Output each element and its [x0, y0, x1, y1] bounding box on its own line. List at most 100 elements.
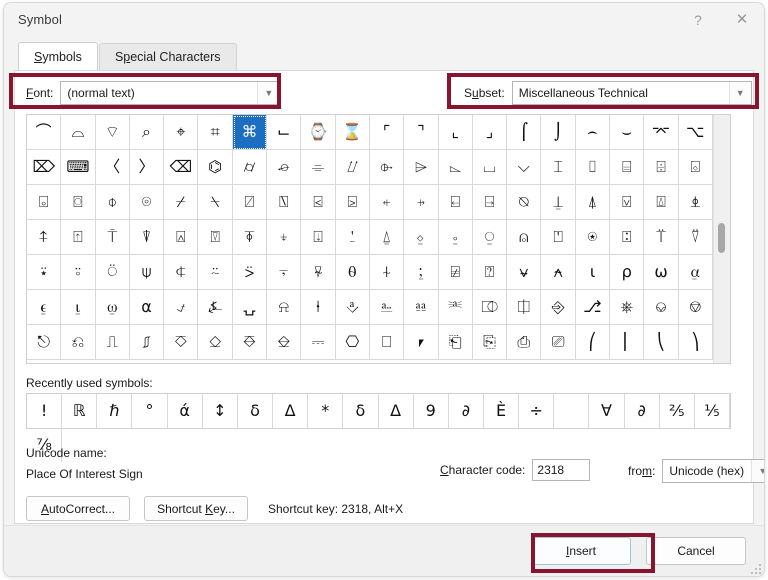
chevron-down-icon[interactable]: ▼ [751, 460, 764, 482]
symbol-cell[interactable]: ⌥ [678, 115, 713, 150]
symbol-cell[interactable]: ⍅ [369, 185, 405, 220]
symbol-cell[interactable]: 〈 [95, 150, 130, 185]
font-combobox[interactable]: (normal text) ▼ [60, 81, 281, 105]
recently-used-cell[interactable]: ℝ [62, 394, 98, 428]
symbol-cell[interactable]: ⌜ [369, 115, 405, 150]
symbol-cell[interactable]: ⍸ [61, 290, 96, 325]
symbol-cell[interactable]: ⎎ [129, 325, 165, 360]
symbol-cell[interactable]: ⍑ [95, 220, 130, 255]
symbol-cell[interactable]: ⍰ [472, 255, 508, 290]
symbol-cell[interactable]: ⎇ [575, 290, 611, 325]
symbol-cell[interactable]: ⍡ [644, 220, 679, 255]
symbol-cell[interactable]: ⌰ [335, 150, 370, 185]
tab-symbols[interactable]: Symbols [18, 42, 98, 70]
symbol-cell[interactable]: ⎖ [404, 325, 439, 360]
symbol-cell[interactable]: ⎂ [404, 290, 439, 325]
symbol-cell[interactable]: ⎌ [61, 325, 96, 360]
symbol-cell[interactable]: ⍹ [95, 290, 130, 325]
recently-used-cell[interactable]: Δ [379, 394, 414, 428]
symbol-cell[interactable]: ⍗ [301, 220, 336, 255]
recently-used-cell[interactable]: ⅕ [695, 394, 730, 428]
symbol-cell[interactable]: ⍟ [575, 220, 611, 255]
symbol-cell[interactable]: ⌱ [369, 150, 405, 185]
symbol-cell[interactable]: ⌻ [27, 185, 62, 220]
from-combobox[interactable]: Unicode (hex) ▼ [662, 459, 764, 483]
symbol-cell[interactable]: ⍦ [129, 255, 165, 290]
symbol-cell[interactable]: ⌢ [575, 115, 611, 150]
subset-combobox[interactable]: Miscellaneous Technical ▼ [511, 81, 752, 105]
symbol-cell[interactable]: ⎉ [644, 290, 679, 325]
symbol-cell[interactable]: ⍺ [129, 290, 165, 325]
cancel-button[interactable]: Cancel [646, 537, 746, 565]
symbol-cell[interactable]: ⍠ [610, 220, 645, 255]
resize-grip-icon[interactable] [749, 562, 761, 574]
recently-used-cell[interactable]: ° [132, 394, 168, 428]
symbol-cell[interactable]: ⌫ [164, 150, 199, 185]
symbol-cell[interactable]: ⌬ [198, 150, 233, 185]
symbol-cell[interactable]: ⌭ [232, 150, 268, 185]
symbol-cell[interactable]: ⌡ [541, 115, 576, 150]
symbol-cell[interactable]: ⌟ [472, 115, 508, 150]
symbol-cell[interactable]: ⌨ [61, 150, 96, 185]
symbol-cell[interactable]: ⎞ [678, 325, 713, 360]
symbol-cell[interactable]: ⍯ [438, 255, 473, 290]
recently-used-cell[interactable]: ℏ [97, 394, 133, 428]
symbol-cell[interactable]: ⌓ [61, 115, 96, 150]
symbol-cell[interactable]: ⌴ [472, 150, 508, 185]
symbol-cell[interactable]: ⍫ [301, 255, 336, 290]
symbol-cell[interactable]: ⍞ [541, 220, 576, 255]
symbol-cell[interactable]: ⍽ [232, 290, 268, 325]
symbol-cell[interactable]: ⌦ [27, 150, 62, 185]
symbol-cell[interactable]: ⎔ [335, 325, 370, 360]
recently-used-cell[interactable]: 9 [414, 394, 449, 428]
recently-used-cell[interactable]: ÷ [519, 394, 555, 428]
symbol-cell[interactable]: ⍩ [232, 255, 268, 290]
recently-used-grid[interactable]: ! ℝℏ ° ά ↕ δ Δ * δ Δ 9 ∂ È ÷ ∀ ∂ ⅖ ⅕ ⅞ [26, 393, 731, 462]
symbol-cell[interactable]: ⍣ [27, 255, 62, 290]
symbol-cell[interactable]: ⍲ [541, 255, 576, 290]
symbol-cell[interactable]: ⎆ [541, 290, 576, 325]
symbol-cell[interactable]: ⌣ [610, 115, 645, 150]
symbol-cell[interactable]: ⌯ [301, 150, 336, 185]
symbol-cell[interactable]: ⍨ [198, 255, 233, 290]
symbol-cell[interactable]: ⎋ [27, 325, 62, 360]
symbol-grid[interactable]: ⌒ ⌓ ⌔ ⌕ ⌖ ⌗ ⌘ ⌙ ⌚ ⌛ ⌜ ⌝ ⌞ ⌟ ⌠ ⌡ ⌢ ⌣ ⌤ ⌥ ⌦ ⌨ 〈〉 ⌫ ⌬ ⌭ ⌮ ⌯ ⌰ ⌱ ⌲ ⌳ ⌴ ⌵ ⌶ ⌷ ⌸ ⌹ ⌺… [27, 115, 713, 363]
symbol-cell[interactable]: ⎒ [267, 325, 302, 360]
symbol-cell[interactable]: ⌔ [95, 115, 130, 150]
chevron-down-icon[interactable]: ▼ [257, 82, 280, 104]
symbol-cell[interactable]: ⍏ [27, 220, 62, 255]
shortcut-key-button[interactable]: Shortcut Key... [144, 496, 248, 521]
recently-used-cell[interactable] [554, 394, 590, 428]
symbol-cell[interactable]: ⍔ [198, 220, 233, 255]
symbol-cell[interactable]: ⍛ [438, 220, 473, 255]
autocorrect-button[interactable]: AutoCorrect... [26, 496, 130, 521]
symbol-cell[interactable]: ⍍ [644, 185, 679, 220]
symbol-cell[interactable]: ⌷ [575, 150, 611, 185]
symbol-cell[interactable]: ⍾ [267, 290, 302, 325]
symbol-cell[interactable]: ⌮ [267, 150, 302, 185]
symbol-cell[interactable]: ⍷ [27, 290, 62, 325]
symbol-cell[interactable]: ⌽ [95, 185, 130, 220]
symbol-cell[interactable]: ⎕ [369, 325, 405, 360]
recently-used-cell[interactable]: ∂ [449, 394, 484, 428]
symbol-cell[interactable]: 〉 [129, 150, 165, 185]
symbol-cell[interactable]: ⌝ [404, 115, 439, 150]
symbol-cell[interactable]: ⌚ [301, 115, 336, 150]
symbol-cell[interactable]: ⍿ [301, 290, 336, 325]
symbol-cell[interactable]: ⌿ [164, 185, 199, 220]
symbol-cell[interactable]: ⎏ [164, 325, 199, 360]
close-icon[interactable]: ✕ [720, 3, 764, 36]
symbol-cell[interactable]: ⍴ [610, 255, 645, 290]
recently-used-cell[interactable]: δ [343, 394, 379, 428]
symbol-cell[interactable]: ⎍ [95, 325, 130, 360]
symbol-cell[interactable]: ⌼ [61, 185, 96, 220]
symbol-cell[interactable]: ⎈ [610, 290, 645, 325]
symbol-cell[interactable]: ⎃ [438, 290, 473, 325]
symbol-cell[interactable]: ⍎ [678, 185, 713, 220]
insert-button[interactable]: Insert [531, 537, 631, 565]
symbol-cell[interactable]: ⍮ [404, 255, 439, 290]
recently-used-cell[interactable]: ά [168, 394, 203, 428]
symbol-cell[interactable]: ⌠ [507, 115, 542, 150]
symbol-cell[interactable]: ⎁ [369, 290, 405, 325]
symbol-cell[interactable]: ⍵ [644, 255, 679, 290]
